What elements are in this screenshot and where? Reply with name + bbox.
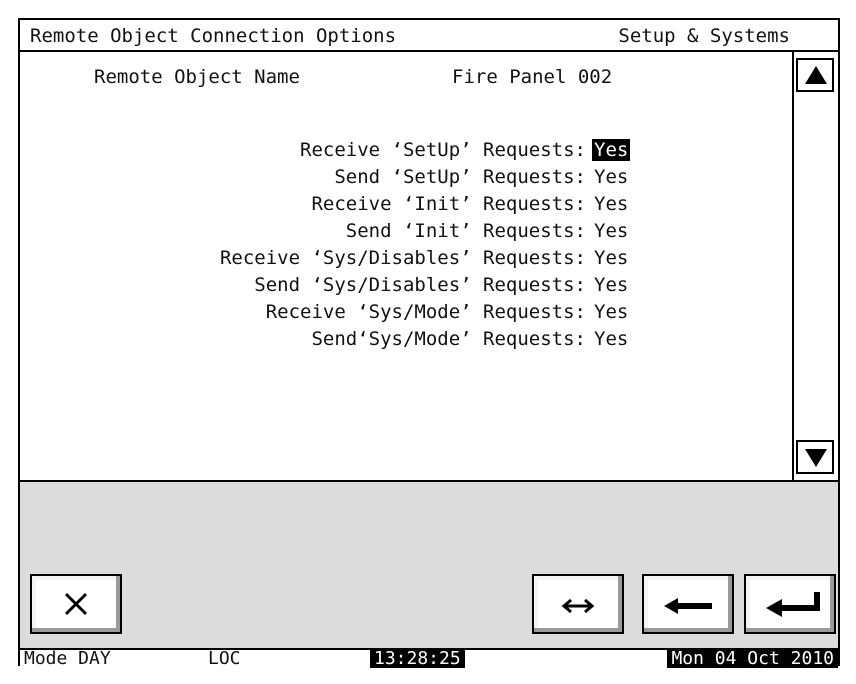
option-label: Send ‘Init’ Requests: (345, 220, 586, 242)
status-bar: Mode DAY LOC 13:28:25 Mon 04 Oct 2010 (20, 648, 838, 668)
option-row[interactable]: Receive ‘Init’ Requests: Yes (20, 193, 790, 220)
enter-button[interactable] (744, 574, 836, 634)
option-row[interactable]: Receive ‘SetUp’ Requests: Yes (20, 139, 790, 166)
option-value[interactable]: Yes (592, 193, 630, 215)
triangle-down-icon (805, 449, 827, 467)
option-label: Send‘Sys/Mode’ Requests: (311, 328, 586, 350)
option-label: Send ‘SetUp’ Requests: (334, 166, 586, 188)
panel-screen: Remote Object Connection Options Setup &… (18, 18, 840, 668)
option-value[interactable]: Yes (592, 328, 630, 350)
option-row[interactable]: Receive ‘Sys/Mode’ Requests: Yes (20, 301, 790, 328)
option-label: Receive ‘Sys/Mode’ Requests: (265, 301, 586, 323)
section-title: Setup & Systems (618, 25, 790, 47)
option-value[interactable]: Yes (592, 247, 630, 269)
swap-button[interactable] (532, 574, 624, 634)
option-value[interactable]: Yes (592, 301, 630, 323)
remote-object-name-label: Remote Object Name (94, 66, 300, 88)
title-bar: Remote Object Connection Options Setup &… (20, 20, 838, 52)
scrollbar[interactable] (792, 52, 838, 480)
scroll-up-button[interactable] (796, 58, 834, 92)
option-row[interactable]: Send ‘Init’ Requests: Yes (20, 220, 790, 247)
button-panel (20, 480, 838, 648)
x-icon (64, 592, 88, 616)
option-row[interactable]: Send‘Sys/Mode’ Requests: Yes (20, 328, 790, 355)
option-label: Receive ‘Sys/Disables’ Requests: (219, 247, 586, 269)
location-status: LOC (208, 648, 241, 669)
page-title: Remote Object Connection Options (30, 25, 397, 47)
options-content: Remote Object Name Fire Panel 002 Receiv… (20, 52, 790, 480)
clock-time: 13:28:25 (370, 650, 465, 668)
option-value[interactable]: Yes (592, 166, 630, 188)
option-label: Receive ‘SetUp’ Requests: (300, 139, 586, 161)
close-button[interactable] (30, 574, 122, 634)
triangle-up-icon (805, 66, 827, 84)
left-right-arrow-icon (561, 598, 595, 614)
clock-date: Mon 04 Oct 2010 (667, 650, 838, 668)
option-row[interactable]: Send ‘SetUp’ Requests: Yes (20, 166, 790, 193)
remote-object-name-value: Fire Panel 002 (452, 66, 613, 88)
enter-return-icon (766, 592, 820, 617)
option-row[interactable]: Receive ‘Sys/Disables’ Requests: Yes (20, 247, 790, 274)
option-value[interactable]: Yes (592, 220, 630, 242)
mode-status: Mode DAY (24, 648, 111, 669)
option-value[interactable]: Yes (592, 139, 631, 161)
left-arrow-icon (664, 598, 712, 614)
option-value[interactable]: Yes (592, 274, 630, 296)
back-button[interactable] (642, 574, 734, 634)
option-row[interactable]: Send ‘Sys/Disables’ Requests: Yes (20, 274, 790, 301)
option-label: Receive ‘Init’ Requests: (311, 193, 586, 215)
option-label: Send ‘Sys/Disables’ Requests: (254, 274, 586, 296)
scroll-down-button[interactable] (796, 440, 834, 474)
